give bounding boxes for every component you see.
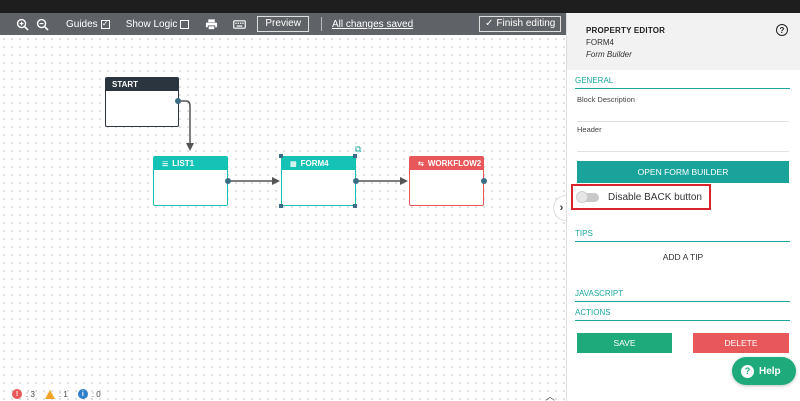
info-icon[interactable]: i [77, 389, 88, 399]
section-tips[interactable]: TIPS [575, 229, 790, 242]
delete-button[interactable]: DELETE [693, 333, 789, 353]
resize-handle-top-left[interactable] [279, 154, 283, 158]
help-icon[interactable]: ? [776, 24, 788, 36]
panel-header: PROPERTY EDITOR FORM4 Form Builder ? [567, 13, 800, 70]
toolbar-divider [320, 17, 322, 31]
print-icon[interactable] [203, 16, 219, 32]
header-input[interactable] [577, 151, 789, 152]
section-actions[interactable]: ACTIONS [575, 308, 790, 321]
flow-canvas[interactable] [0, 35, 566, 401]
resize-handle-bottom-left[interactable] [279, 204, 283, 208]
info-count: : 0 [91, 389, 101, 399]
warning-icon[interactable] [44, 389, 55, 399]
duplicate-icon[interactable]: ⧉ [355, 144, 361, 155]
header-label: Header [577, 125, 602, 134]
form-block[interactable]: ▦ FORM4 [281, 156, 356, 206]
finish-editing-button[interactable]: ✓ Finish editing [479, 16, 562, 32]
workflow-icon: ⇆ [418, 160, 424, 168]
keyboard-icon[interactable] [231, 16, 247, 32]
section-javascript[interactable]: JAVASCRIPT [575, 289, 790, 302]
zoom-in-icon[interactable] [14, 16, 30, 32]
workflow-block-header: ⇆ WORKFLOW2 [410, 157, 483, 170]
form-output-port[interactable] [353, 178, 359, 184]
add-tip-button[interactable]: ADD A TIP [577, 252, 789, 262]
workflow-block-title: WORKFLOW2 [427, 159, 482, 168]
list-icon: ☰ [162, 160, 169, 168]
start-output-port[interactable] [175, 98, 181, 104]
chevron-up-icon[interactable]: ︿ [545, 388, 555, 401]
zoom-out-icon[interactable] [34, 16, 50, 32]
chevron-right-icon: › [559, 202, 564, 214]
block-description-input[interactable] [577, 121, 789, 122]
validation-status: ! : 3 : 1 i : 0 [12, 389, 101, 399]
show-logic-toggle[interactable]: Show Logic [126, 19, 190, 30]
disable-back-label: Disable BACK button [608, 191, 702, 203]
section-general[interactable]: GENERAL [575, 76, 790, 89]
list-block[interactable]: ☰ LIST1 [153, 156, 228, 206]
show-logic-label: Show Logic [125, 18, 178, 30]
property-editor-panel: PROPERTY EDITOR FORM4 Form Builder ? GEN… [566, 13, 800, 401]
start-block[interactable]: START [105, 77, 179, 127]
disable-back-toggle-row[interactable]: Disable BACK button [571, 184, 711, 210]
form-block-header: ▦ FORM4 [282, 157, 355, 170]
error-icon[interactable]: ! [12, 389, 22, 399]
form-icon: ▦ [290, 160, 297, 168]
guides-checkbox[interactable]: ✓ [100, 19, 110, 29]
workflow-block[interactable]: ⇆ WORKFLOW2 [409, 156, 484, 206]
list-block-title: LIST1 [172, 159, 195, 168]
start-block-title: START [112, 80, 139, 89]
connectors [179, 100, 408, 185]
open-form-builder-button[interactable]: OPEN FORM BUILDER [577, 161, 789, 183]
disable-back-switch[interactable] [576, 190, 599, 203]
start-block-header: START [106, 78, 178, 91]
list-block-header: ☰ LIST1 [154, 157, 227, 170]
block-description-label: Block Description [577, 95, 635, 104]
help-button[interactable]: ? Help [732, 357, 796, 385]
save-button[interactable]: SAVE [577, 333, 672, 353]
check-icon: ✓ [485, 18, 494, 29]
resize-handle-bottom-right[interactable] [353, 204, 357, 208]
preview-button[interactable]: Preview [257, 16, 309, 32]
help-button-label: Help [759, 365, 781, 377]
save-status-link[interactable]: All changes saved [332, 19, 413, 30]
finish-editing-label: Finish editing [496, 18, 556, 29]
help-circle-icon: ? [741, 364, 754, 378]
panel-block-type: Form Builder [586, 50, 632, 59]
guides-label: Guides [66, 18, 98, 30]
switch-knob [576, 190, 588, 203]
workflow-output-port[interactable] [481, 178, 487, 184]
warning-count: : 1 [58, 389, 68, 399]
show-logic-checkbox[interactable] [180, 19, 190, 29]
panel-title: PROPERTY EDITOR [586, 26, 666, 35]
panel-block-name: FORM4 [586, 38, 614, 47]
window-top-bar [0, 0, 800, 13]
editor-toolbar: Guides ✓ Show Logic Preview All changes … [0, 13, 566, 35]
guides-toggle[interactable]: Guides ✓ [66, 19, 110, 30]
list-output-port[interactable] [225, 178, 231, 184]
connector-start-list [179, 100, 194, 151]
form-block-title: FORM4 [300, 159, 329, 168]
error-count: : 3 [26, 389, 35, 399]
